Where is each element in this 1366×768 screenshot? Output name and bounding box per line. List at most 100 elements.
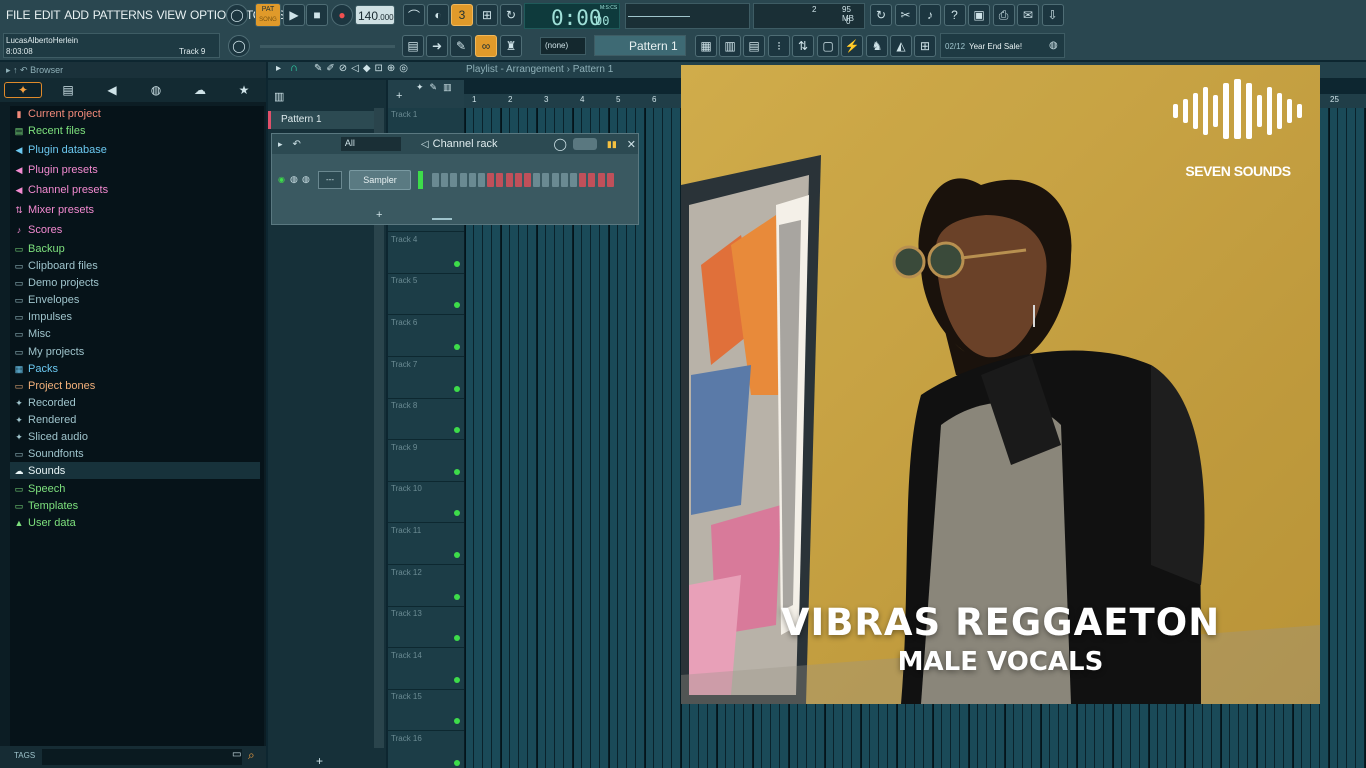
browser-item-impulses[interactable]: ▭ Impulses xyxy=(14,308,72,325)
time-display[interactable]: 0:00 00 M:S:CS xyxy=(524,3,620,30)
track-mute-led[interactable] xyxy=(454,593,460,600)
step-seq-icon[interactable]: ♞ xyxy=(866,35,888,57)
track-header[interactable]: Track 5 xyxy=(388,274,464,316)
browser-item-packs[interactable]: ▦ Packs xyxy=(14,360,58,377)
track-mute-led[interactable] xyxy=(454,468,460,475)
magnet-icon[interactable]: ∩ xyxy=(290,62,298,74)
step-button[interactable] xyxy=(514,173,522,187)
loop-record-icon[interactable]: ↻ xyxy=(500,4,522,26)
swing-knob[interactable]: ◯ xyxy=(553,137,566,151)
track-mute-led[interactable] xyxy=(454,302,460,309)
browser-item-clipboard-files[interactable]: ▭ Clipboard files xyxy=(14,257,98,274)
step-button[interactable] xyxy=(524,173,531,187)
browser-item-user-data[interactable]: ▲ User data xyxy=(14,514,76,531)
online-tab-icon[interactable]: ◍ xyxy=(134,83,178,97)
render-icon[interactable]: ⎙ xyxy=(992,4,1015,26)
step-button[interactable] xyxy=(533,173,541,187)
step-button[interactable] xyxy=(441,173,449,187)
download-icon[interactable]: ⇩ xyxy=(1041,4,1064,26)
browser-item-project-bones[interactable]: ▭ Project bones xyxy=(14,377,96,394)
stop-button[interactable]: ■ xyxy=(306,4,328,26)
step-button[interactable] xyxy=(560,173,568,187)
mic-icon[interactable]: ♪ xyxy=(919,4,941,26)
step-button[interactable] xyxy=(432,173,439,187)
metronome-icon[interactable]: ⌒ xyxy=(403,4,425,26)
track-mute-led[interactable] xyxy=(454,260,460,267)
track-mute-led[interactable] xyxy=(454,385,460,392)
track-mute-led[interactable] xyxy=(454,718,460,725)
mixer-track-select[interactable]: --- xyxy=(318,171,342,189)
menu-patterns[interactable]: PATTERNS xyxy=(91,8,155,22)
add-track-icon[interactable]: + xyxy=(396,90,402,102)
track-header[interactable]: Track 15 xyxy=(388,690,464,732)
wait-record-icon[interactable]: ◐ xyxy=(427,4,449,26)
track-mute-led[interactable] xyxy=(454,427,460,434)
draw-icon[interactable]: ✎ xyxy=(450,35,472,57)
menu-add[interactable]: ADD xyxy=(62,8,90,22)
playlist-icon[interactable]: ▦ xyxy=(695,35,717,57)
browser-item-recent-files[interactable]: ▤ Recent files xyxy=(14,122,86,139)
shop-icon[interactable]: ⊞ xyxy=(914,35,936,57)
browser-item-channel-presets[interactable]: ◀ Channel presets xyxy=(14,181,109,198)
add-pattern-icon[interactable]: + xyxy=(316,754,323,768)
track-header[interactable]: Track 8 xyxy=(388,399,464,441)
graph-icon[interactable]: ▮▮ xyxy=(607,139,617,150)
browser-item-scores[interactable]: ♪ Scores xyxy=(14,221,63,238)
sounds-tab-icon[interactable]: ◀ xyxy=(90,83,134,97)
browser-item-recorded[interactable]: ✦ Recorded xyxy=(14,394,75,411)
browser-item-backup[interactable]: ▭ Backup xyxy=(14,240,65,257)
step-button[interactable] xyxy=(450,173,458,187)
browser-item-demo-projects[interactable]: ▭ Demo projects xyxy=(14,274,99,291)
cut-icon[interactable]: ✂ xyxy=(894,4,917,26)
mixer-icon[interactable]: ▤ xyxy=(743,35,765,57)
track-mute-led[interactable] xyxy=(454,676,460,683)
track-mute-led[interactable] xyxy=(454,344,460,350)
browser-item-rendered[interactable]: ✦ Rendered xyxy=(14,411,76,428)
menu-view[interactable]: VIEW xyxy=(155,8,188,22)
browser-item-mixer-presets[interactable]: ⇅ Mixer presets xyxy=(14,201,94,218)
play-button[interactable]: ▶ xyxy=(283,4,305,26)
track-mute-led[interactable] xyxy=(454,552,460,558)
record-button[interactable]: ● xyxy=(331,4,353,26)
rack-scrollbar[interactable] xyxy=(432,218,452,220)
step-button[interactable] xyxy=(468,173,476,187)
step-button[interactable] xyxy=(478,173,485,187)
browser-item-misc[interactable]: ▭ Misc xyxy=(14,325,51,342)
master-pitch-knob[interactable]: ◯ xyxy=(228,35,250,57)
step-forward-icon[interactable]: ➜ xyxy=(426,35,448,57)
channel-select-led[interactable] xyxy=(418,171,423,189)
refresh-icon[interactable]: ↻ xyxy=(870,4,892,26)
step-button[interactable] xyxy=(570,173,577,187)
step-edit-icon[interactable]: ⊞ xyxy=(476,4,498,26)
swing-slider[interactable] xyxy=(572,138,597,150)
tempo-display[interactable]: 140.000 xyxy=(355,5,395,25)
step-button[interactable] xyxy=(551,173,559,187)
track-header[interactable]: Track 10 xyxy=(388,482,464,524)
mode-icons[interactable]: ✦✎▥ xyxy=(416,82,458,93)
step-button[interactable] xyxy=(588,173,596,187)
playlist-tools-icon[interactable]: ✎✐⊘◁◆⊡⊕◎ xyxy=(314,63,412,74)
master-pitch-slider[interactable] xyxy=(260,45,395,48)
browser-item-soundfonts[interactable]: ▭ Soundfonts xyxy=(14,445,84,462)
browser-item-speech[interactable]: ▭ Speech xyxy=(14,480,66,497)
browser-item-my-projects[interactable]: ▭ My projects xyxy=(14,343,85,360)
track-header[interactable]: Track 13 xyxy=(388,607,464,649)
track-header[interactable]: Track 7 xyxy=(388,358,464,399)
rack-menu-icon[interactable]: ▸ xyxy=(278,139,283,150)
step-button[interactable] xyxy=(597,173,605,187)
save-icon[interactable]: ▣ xyxy=(968,4,990,26)
browser-item-sounds[interactable]: ☁ Sounds xyxy=(10,462,260,479)
track-header[interactable]: Track 4 xyxy=(388,233,464,274)
files-tab-icon[interactable]: ▤ xyxy=(46,83,90,97)
track-header[interactable]: Track 16 xyxy=(388,732,464,768)
step-button[interactable] xyxy=(487,173,495,187)
add-channel-icon[interactable]: + xyxy=(376,209,382,221)
close-icon[interactable]: ✕ xyxy=(627,138,636,151)
countdown-icon[interactable]: 3 xyxy=(451,4,473,26)
chat-icon[interactable]: ✉ xyxy=(1017,4,1039,26)
track-header[interactable]: Track 12 xyxy=(388,566,464,607)
piano-icon[interactable]: ▥ xyxy=(274,90,284,103)
master-volume-knob[interactable]: ◯ xyxy=(226,4,248,26)
channel-mute-icon[interactable]: ◉ xyxy=(278,175,285,184)
playlist-menu-icon[interactable]: ▸ xyxy=(276,63,281,74)
